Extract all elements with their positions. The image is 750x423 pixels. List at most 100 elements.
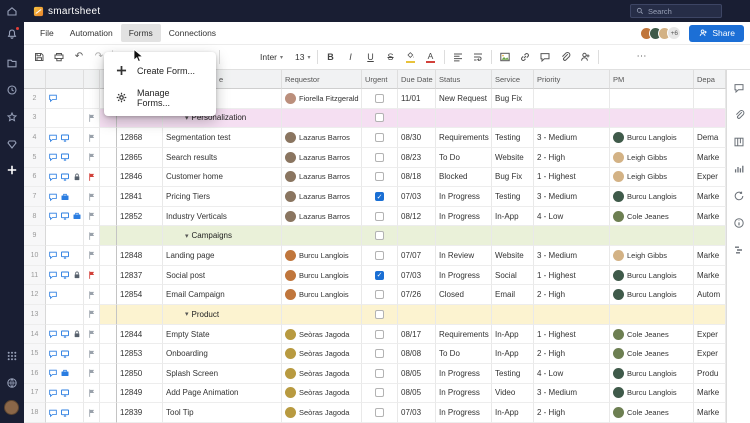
status-cell[interactable]: In Progress <box>436 265 492 286</box>
sidebar-help-icon[interactable] <box>6 377 18 389</box>
task-name-cell[interactable]: Empty State <box>163 324 282 345</box>
search-input[interactable]: Search <box>630 4 722 18</box>
pm-cell[interactable] <box>610 89 694 109</box>
gap-cell[interactable] <box>100 383 117 404</box>
requestor-cell[interactable]: Burcu Langlois <box>282 265 362 286</box>
row-icons-cell[interactable] <box>46 89 84 109</box>
task-id-cell[interactable]: 12850 <box>117 363 163 384</box>
row-icons-cell[interactable] <box>46 383 84 404</box>
pm-cell[interactable]: Cole Jeanes <box>610 344 694 364</box>
task-name-cell[interactable]: Splash Screen <box>163 363 282 384</box>
panel-attach-icon[interactable] <box>733 109 745 121</box>
priority-cell[interactable]: 4 - Low <box>534 206 610 227</box>
requestor-cell[interactable]: Burcu Langlois <box>282 246 362 266</box>
row-number[interactable]: 15 <box>24 344 46 364</box>
gap-cell[interactable] <box>100 403 117 423</box>
service-cell[interactable]: Email <box>492 285 534 306</box>
row-icons-cell[interactable] <box>46 363 84 384</box>
department-cell[interactable] <box>694 89 726 109</box>
pm-cell[interactable]: Leigh Gibbs <box>610 147 694 168</box>
toolbar-wrap-button[interactable] <box>471 50 485 64</box>
task-name-cell[interactable]: Tool Tip <box>163 403 282 423</box>
gap-cell[interactable] <box>100 187 117 207</box>
requestor-cell[interactable]: Seòras Jagoda <box>282 344 362 364</box>
status-cell[interactable]: In Progress <box>436 403 492 423</box>
row-icons-cell[interactable] <box>46 344 84 364</box>
gap-cell[interactable] <box>100 167 117 188</box>
priority-cell[interactable]: 3 - Medium <box>534 187 610 207</box>
column-header-status[interactable]: Status <box>436 70 492 89</box>
toolbar-print-button[interactable] <box>52 50 66 64</box>
urgent-cell[interactable] <box>362 344 398 364</box>
row-flag-cell[interactable] <box>84 265 100 286</box>
requestor-cell[interactable] <box>282 108 362 129</box>
service-cell[interactable]: Testing <box>492 187 534 207</box>
status-cell[interactable] <box>436 226 492 247</box>
urgent-checkbox[interactable]: ✓ <box>375 192 384 202</box>
column-header-service[interactable]: Service <box>492 70 534 89</box>
toolbar-image-button[interactable] <box>498 50 512 64</box>
due-date-cell[interactable]: 08/08 <box>398 344 436 364</box>
priority-cell[interactable] <box>534 108 610 129</box>
priority-cell[interactable]: 2 - High <box>534 403 610 423</box>
service-cell[interactable]: In-App <box>492 344 534 364</box>
department-cell[interactable]: Dema <box>694 128 726 148</box>
due-date-cell[interactable]: 07/03 <box>398 403 436 423</box>
gap-cell[interactable] <box>100 246 117 266</box>
service-cell[interactable]: Bug Fix <box>492 89 534 109</box>
task-name-cell[interactable]: Industry Verticals <box>163 206 282 227</box>
status-cell[interactable]: To Do <box>436 147 492 168</box>
row-icons-cell[interactable] <box>46 108 84 129</box>
due-date-cell[interactable]: 07/26 <box>398 285 436 306</box>
department-cell[interactable]: Marke <box>694 206 726 227</box>
row-flag-cell[interactable] <box>84 187 100 207</box>
urgent-cell[interactable] <box>362 89 398 109</box>
urgent-cell[interactable]: ✓ <box>362 187 398 207</box>
task-name-cell[interactable]: Onboarding <box>163 344 282 364</box>
row-icons-cell[interactable] <box>46 128 84 148</box>
row-number[interactable]: 9 <box>24 226 46 247</box>
task-name-cell[interactable]: Pricing Tiers <box>163 187 282 207</box>
row-number[interactable]: 16 <box>24 363 46 384</box>
row-flag-cell[interactable] <box>84 324 100 345</box>
due-date-cell[interactable]: 07/03 <box>398 187 436 207</box>
due-date-cell[interactable]: 08/23 <box>398 147 436 168</box>
toolbar-more-button[interactable]: ⋯ <box>635 50 649 64</box>
task-id-cell[interactable]: 12837 <box>117 265 163 286</box>
column-header-urgent[interactable]: Urgent <box>362 70 398 89</box>
department-cell[interactable]: Autom <box>694 285 726 306</box>
underline-button[interactable]: U <box>364 50 378 64</box>
column-header-pm[interactable]: PM <box>610 70 694 89</box>
task-id-cell[interactable]: 12865 <box>117 147 163 168</box>
gap-cell[interactable] <box>100 226 117 247</box>
department-cell[interactable]: Exper <box>694 167 726 188</box>
requestor-cell[interactable]: Lazarus Barros <box>282 128 362 148</box>
row-flag-cell[interactable] <box>84 285 100 306</box>
department-cell[interactable]: Marke <box>694 265 726 286</box>
status-cell[interactable] <box>436 305 492 325</box>
row-number[interactable]: 11 <box>24 265 46 286</box>
task-name-cell[interactable]: Landing page <box>163 246 282 266</box>
section-name-cell[interactable]: ▾ Campaigns <box>163 226 282 247</box>
toolbar-person-button[interactable] <box>578 50 592 64</box>
priority-cell[interactable] <box>534 226 610 247</box>
task-name-cell[interactable]: Segmentation test <box>163 128 282 148</box>
requestor-cell[interactable]: Seòras Jagoda <box>282 363 362 384</box>
row-number[interactable]: 8 <box>24 206 46 227</box>
gap-cell[interactable] <box>100 265 117 286</box>
task-id-cell[interactable]: 12848 <box>117 246 163 266</box>
pm-cell[interactable] <box>610 108 694 129</box>
row-icons-cell[interactable] <box>46 167 84 188</box>
panel-refresh-icon[interactable] <box>733 190 745 202</box>
priority-cell[interactable]: 2 - High <box>534 147 610 168</box>
department-cell[interactable]: Marke <box>694 187 726 207</box>
toolbar-save-button[interactable] <box>32 50 46 64</box>
department-cell[interactable]: Exper <box>694 344 726 364</box>
task-id-cell[interactable] <box>117 226 163 247</box>
italic-button[interactable]: I <box>344 50 358 64</box>
urgent-checkbox[interactable] <box>375 172 384 182</box>
status-cell[interactable]: In Progress <box>436 363 492 384</box>
forms-menu-item[interactable]: Create Form... <box>104 57 216 84</box>
task-id-cell[interactable]: 12846 <box>117 167 163 188</box>
row-icons-cell[interactable] <box>46 285 84 306</box>
